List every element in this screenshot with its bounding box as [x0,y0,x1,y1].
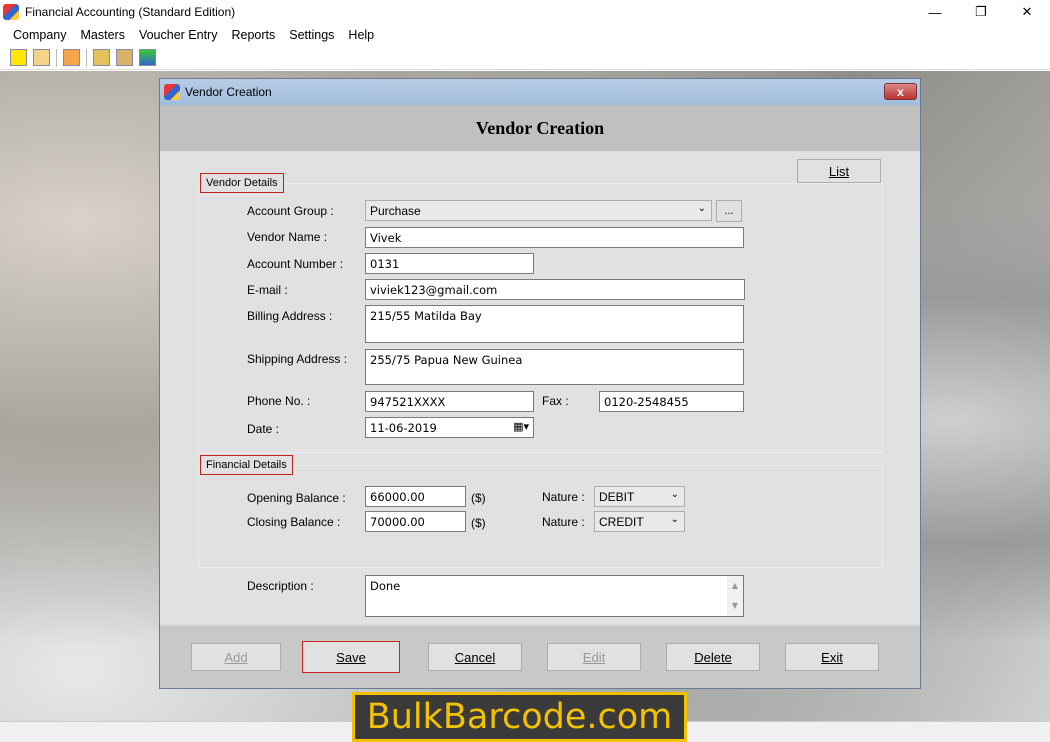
close-button[interactable]: ✕ [1004,0,1050,24]
email-label: E-mail : [247,283,288,297]
account-number-input[interactable]: 0131 [365,253,534,274]
vendor-details-legend: Vendor Details [200,173,284,193]
description-value: Done [370,579,401,593]
email-input[interactable]: viviek123@gmail.com [365,279,745,300]
closing-currency: ($) [471,516,486,530]
menu-masters[interactable]: Masters [81,28,125,42]
vendor-name-label: Vendor Name : [247,230,328,244]
page-title: Vendor Creation [160,105,920,151]
date-value: 11-06-2019 [370,421,437,435]
add-label: Add [224,649,248,665]
app-icon [3,4,19,20]
dialog-titlebar: Vendor Creation x [160,79,920,105]
save-label: Save [336,649,366,665]
closing-nature-value: CREDIT [599,515,644,529]
calculator-icon[interactable] [63,49,80,66]
cancel-label: Cancel [454,649,496,665]
add-entry-icon[interactable] [139,49,156,66]
shipping-address-input[interactable]: 255/75 Papua New Guinea [365,349,744,385]
toolbar-separator [56,48,57,67]
delete-label: Delete [694,649,732,665]
balance-icon[interactable] [93,49,110,66]
save-button[interactable]: Save [302,641,400,673]
date-picker[interactable]: 11-06-2019 ▦▾ [365,417,534,438]
menu-help[interactable]: Help [348,28,374,42]
minimize-button[interactable]: — [912,0,958,24]
account-number-label: Account Number : [247,257,344,271]
description-label: Description : [247,579,314,593]
calendar-icon[interactable]: ▦▾ [513,420,529,433]
closing-nature-label: Nature : [542,515,585,529]
app-title: Financial Accounting (Standard Edition) [25,5,236,19]
exit-button[interactable]: Exit [785,643,879,671]
closing-balance-input[interactable]: 70000.00 [365,511,466,532]
account-group-select[interactable]: Purchase ⌄ [365,200,712,221]
vendor-name-input[interactable]: Vivek [365,227,744,248]
menu-reports[interactable]: Reports [231,28,275,42]
list-button[interactable]: List [797,159,881,183]
fax-label: Fax : [542,394,569,408]
button-bar: Add Save Cancel Edit Delete Exit [160,624,920,688]
date-label: Date : [247,422,280,436]
diamond-icon[interactable] [116,49,133,66]
menu-company[interactable]: Company [13,28,67,42]
delete-button[interactable]: Delete [666,643,760,671]
dialog-icon [164,84,180,100]
dialog-close-button[interactable]: x [884,83,917,100]
chevron-down-icon: ⌄ [670,489,679,500]
app-titlebar: Financial Accounting (Standard Edition) … [0,0,1050,24]
open-icon[interactable] [33,49,50,66]
new-icon[interactable] [10,49,27,66]
maximize-button[interactable]: ❐ [958,0,1004,24]
menu-voucher-entry[interactable]: Voucher Entry [139,28,218,42]
account-group-value: Purchase [370,204,421,218]
dialog-title: Vendor Creation [185,85,272,99]
opening-nature-value: DEBIT [599,490,635,504]
opening-nature-label: Nature : [542,490,585,504]
description-scrollbar[interactable]: ▲ ▼ [727,576,743,616]
closing-nature-select[interactable]: CREDIT ⌄ [594,511,685,532]
opening-balance-label: Opening Balance : [247,491,346,505]
chevron-down-icon: ⌄ [670,514,679,525]
exit-label: Exit [821,649,843,665]
fax-input[interactable]: 0120-2548455 [599,391,744,412]
account-group-browse-button[interactable]: ... [716,200,742,222]
phone-input[interactable]: 947521XXXX [365,391,534,412]
opening-currency: ($) [471,491,486,505]
menu-bar: Company Masters Voucher Entry Reports Se… [0,24,1050,46]
watermark-banner: BulkBarcode.com [352,692,687,742]
toolbar-separator [86,48,87,67]
billing-address-label: Billing Address : [247,309,333,323]
phone-label: Phone No. : [247,394,311,408]
chevron-down-icon: ⌄ [697,203,706,214]
vendor-creation-dialog: Vendor Creation x Vendor Creation List V… [159,78,921,689]
description-input[interactable]: Done ▲ ▼ [365,575,744,617]
add-button[interactable]: Add [191,643,281,671]
shipping-address-label: Shipping Address : [247,352,348,366]
menu-settings[interactable]: Settings [289,28,334,42]
financial-details-legend: Financial Details [200,455,293,475]
opening-nature-select[interactable]: DEBIT ⌄ [594,486,685,507]
billing-address-input[interactable]: 215/55 Matilda Bay [365,305,744,343]
edit-button[interactable]: Edit [547,643,641,671]
cancel-button[interactable]: Cancel [428,643,522,671]
list-button-label: List [828,163,850,179]
account-group-label: Account Group : [247,204,334,218]
opening-balance-input[interactable]: 66000.00 [365,486,466,507]
watermark-text: BulkBarcode.com [366,697,673,737]
closing-balance-label: Closing Balance : [247,515,341,529]
toolbar [0,46,1050,70]
edit-label: Edit [582,649,606,665]
